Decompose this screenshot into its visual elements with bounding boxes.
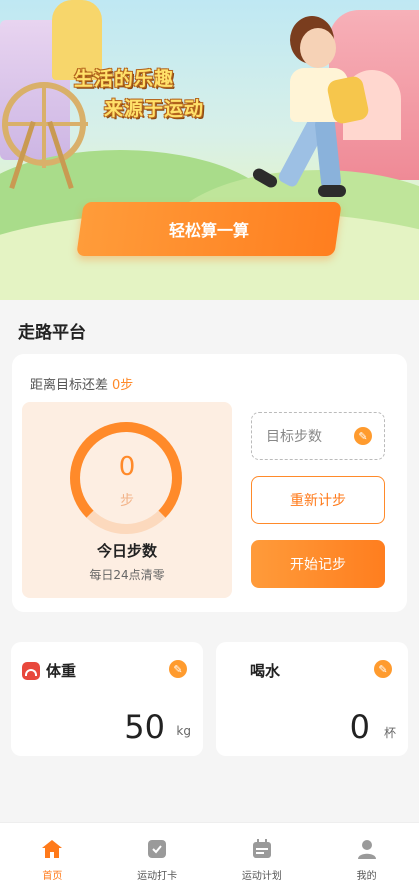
water-label: 喝水 <box>250 662 281 680</box>
reset-note: 每日24点清零 <box>89 568 165 582</box>
steps-unit: 步 <box>120 493 134 509</box>
weight-value: 50 <box>124 708 165 746</box>
steps-count: 0 <box>118 452 136 482</box>
bottom-nav: 首页 运动打卡 运动计划 我的 <box>0 822 419 883</box>
ferris-wheel-illustration <box>2 82 88 168</box>
section-title: 走路平台 <box>18 323 86 343</box>
water-card[interactable]: 喝水 ✎ 0 杯 <box>216 642 408 756</box>
nav-label: 我的 <box>356 871 377 882</box>
calculate-button-label: 轻松算一算 <box>168 221 249 240</box>
nav-item-home[interactable]: 首页 <box>0 823 105 883</box>
weight-unit: kg <box>176 724 191 738</box>
edit-icon[interactable]: ✎ <box>354 427 372 445</box>
goal-diff-value: 0步 <box>112 378 134 393</box>
slogan-line-1: 生活的乐趣 <box>74 68 175 90</box>
goal-diff-row: 距离目标还差 0步 <box>30 374 133 393</box>
goal-diff-label: 距离目标还差 <box>30 378 109 393</box>
nav-label: 运动打卡 <box>137 871 178 882</box>
nav-item-profile[interactable]: 我的 <box>314 823 419 883</box>
calculate-button[interactable]: 轻松算一算 <box>76 202 342 256</box>
goal-steps-placeholder: 目标步数 <box>266 429 322 445</box>
weight-card[interactable]: 体重 ✎ 50 kg <box>11 642 203 756</box>
user-icon <box>357 840 376 859</box>
walking-girl-illustration <box>300 28 336 68</box>
walk-card: 距离目标还差 0步 0 步 今日步数 每日24点清零 目标步数 ✎ 重新计步 开始… <box>12 354 407 612</box>
start-counting-button[interactable]: 开始记步 <box>251 540 385 588</box>
weight-label: 体重 <box>46 662 77 680</box>
calendar-icon <box>252 839 271 858</box>
home-icon <box>42 840 63 858</box>
checkin-icon <box>148 840 167 858</box>
scale-icon <box>22 662 40 680</box>
today-steps-panel: 0 步 今日步数 每日24点清零 <box>22 402 232 598</box>
nav-item-plan[interactable]: 运动计划 <box>210 823 315 883</box>
water-value: 0 <box>349 708 370 746</box>
goal-steps-input[interactable]: 目标步数 ✎ <box>251 412 385 460</box>
nav-label: 运动计划 <box>241 871 282 882</box>
edit-icon[interactable]: ✎ <box>169 660 187 678</box>
slogan-line-2: 来源于运动 <box>104 98 205 120</box>
water-unit: 杯 <box>383 726 396 740</box>
walking-girl-illustration <box>318 185 346 197</box>
today-steps-label: 今日步数 <box>96 542 157 560</box>
nav-label: 首页 <box>42 871 63 882</box>
nav-item-checkin[interactable]: 运动打卡 <box>105 823 210 883</box>
edit-icon[interactable]: ✎ <box>374 660 392 678</box>
reset-steps-button[interactable]: 重新计步 <box>251 476 385 524</box>
